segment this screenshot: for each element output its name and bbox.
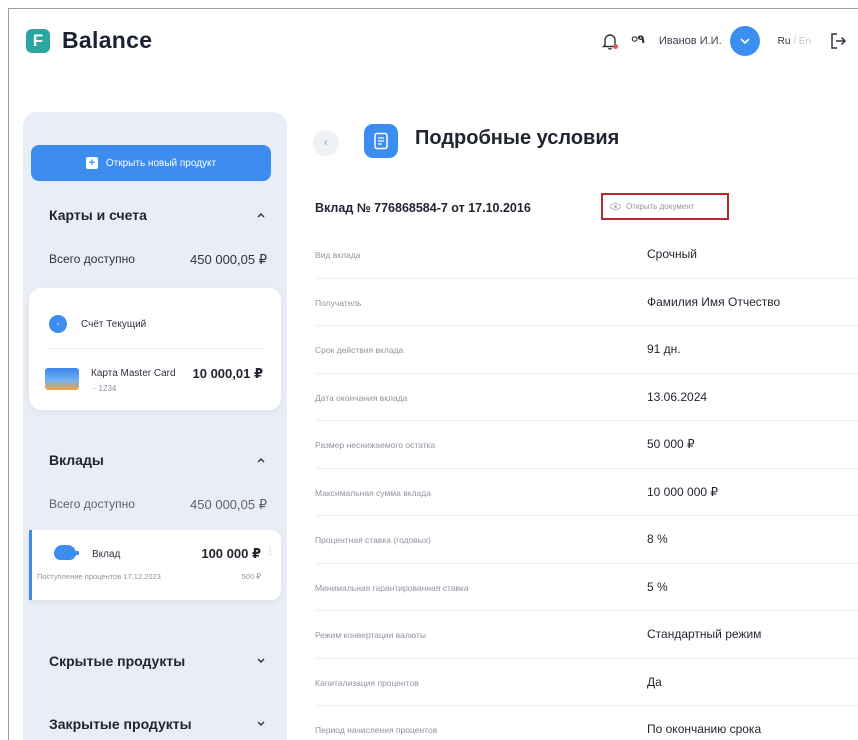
lang-ru[interactable]: Ru [778,36,791,47]
chevron-down-icon [740,38,750,44]
cards-total-label: Всего доступно [49,252,135,266]
chevron-up-icon[interactable] [255,211,267,219]
language-switch[interactable]: Ru / En [778,36,811,47]
condition-label: Срок действия вклада [315,345,404,355]
condition-value: 91 дн. [647,342,681,356]
more-vertical-icon[interactable]: ⋮ [265,546,275,557]
plus-icon: + [85,157,98,169]
section-title-cards[interactable]: Карты и счета [49,207,147,223]
deposits-total-amount: 450 000,05 ₽ [190,497,267,512]
condition-value: 10 000 000 ₽ [647,484,719,499]
condition-label: Капитализация процентов [315,677,419,688]
app-window: F Balance ০٩ Иванов И.И. Ru / En + Откры… [8,8,858,740]
open-new-product-label: Открыть новый продукт [105,157,217,169]
logo-icon: F [26,28,50,53]
lang-en[interactable]: En [799,36,811,47]
deposit-item-selected[interactable]: Вклад 100 000 ₽ ⋮ Поступление процентов … [29,530,281,600]
section-title-deposits[interactable]: Вклады [49,452,104,468]
deposit-interest-info: Поступление процентов 17.12.2023 [37,572,161,581]
mastercard-image [45,368,79,390]
condition-label: Режим конвертации валюты [315,630,427,640]
accessibility-glasses-icon[interactable]: ০٩ [631,31,646,51]
deposit-amount: 100 000 ₽ [201,546,261,561]
page-title: Подробные условия [415,127,620,149]
logo-text: Balance [62,27,153,53]
condition-row: Вид вклада Срочный [315,231,858,279]
condition-value: 5 % [647,579,668,594]
condition-label: Дата окончания вклада [315,392,408,403]
account-current-label: Счёт Текущий [81,318,147,330]
contract-title: Вклад № 776868584-7 от 17.10.2016 [315,201,531,215]
condition-row: Получатель Фамилия Имя Отчество [315,279,858,326]
condition-value: Фамилия Имя Отчество [647,294,781,309]
deposits-total-row: Всего доступно 450 000,05 ₽ [49,497,267,513]
condition-label: Минимальная гарантированная ставка [315,582,469,593]
open-new-product-button[interactable]: + Открыть новый продукт [31,145,271,181]
open-document-label: Открыть документ [626,202,695,211]
account-icon: - [49,315,67,333]
condition-value: Стандартный режим [647,627,762,641]
section-title-closed[interactable]: Закрытые продукты [49,716,192,732]
deposit-name: Вклад [92,549,121,560]
card-name: Карта Master Card [91,368,176,379]
cards-total-amount: 450 000,05 ₽ [190,252,267,267]
condition-row: Минимальная гарантированная ставка 5 % [315,564,858,611]
condition-row: Капитализация процентов Да [315,659,858,706]
account-current-item[interactable]: - Счёт Текущий [49,315,146,333]
condition-label: Размер неснижаемого остатка [315,440,436,450]
chevron-down-icon[interactable] [255,657,267,665]
lang-separator: / [790,35,799,47]
deposit-interest-amount: 500 ₽ [241,572,261,581]
logout-icon[interactable] [829,32,847,50]
card-amount: 10 000,01 ₽ [192,366,264,381]
condition-label: Вид вклада [315,250,361,260]
header-actions: ০٩ Иванов И.И. Ru / En [599,26,847,56]
cards-total-row: Всего доступно 450 000,05 ₽ [49,252,267,268]
user-menu-toggle[interactable] [729,26,760,56]
top-header: F Balance ০٩ Иванов И.И. Ru / En [9,9,858,73]
piggy-bank-icon [54,545,79,560]
user-name[interactable]: Иванов И.И. [659,35,722,47]
back-button[interactable]: ‹ [313,130,339,156]
document-icon [364,124,398,158]
conditions-list: Вид вклада Срочный Получатель Фамилия Имя О… [315,231,858,740]
card-number: ·· 1234 [91,384,117,393]
condition-value: 50 000 ₽ [647,437,695,451]
chevron-down-icon[interactable] [255,720,267,728]
condition-row: Максимальная сумма вклада 10 000 000 ₽ [315,469,858,516]
deposits-total-label: Всего доступно [49,497,135,511]
section-title-hidden[interactable]: Скрытые продукты [49,653,185,669]
notification-dot [612,44,618,49]
condition-label: Получатель [315,297,362,308]
accounts-card-box: - Счёт Текущий Карта Master Card ·· 1234… [29,288,281,410]
condition-row: Размер неснижаемого остатка 50 000 ₽ [315,421,858,469]
condition-row: Режим конвертации валюты Стандартный режи… [315,611,858,659]
notifications-bell-icon[interactable] [599,30,621,52]
eye-icon [610,203,621,210]
condition-label: Процентная ставка (годовых) [315,535,431,545]
condition-value: Срочный [647,247,697,261]
condition-value: Да [647,674,662,689]
condition-row: Срок действия вклада 91 дн. [315,326,858,374]
logo[interactable]: F Balance [26,27,152,54]
divider [47,348,263,349]
chevron-up-icon[interactable] [255,456,267,464]
condition-value: 8 % [647,532,668,546]
condition-value: 13.06.2024 [647,389,708,404]
condition-label: Максимальная сумма вклада [315,487,431,498]
condition-row: Процентная ставка (годовых) 8 % [315,516,858,564]
products-sidebar: + Открыть новый продукт Карты и счета Вс… [23,112,287,740]
condition-row: Дата окончания вклада 13.06.2024 [315,374,858,421]
condition-row: Период начисления процентов По окончанию … [315,706,858,740]
open-document-link[interactable]: Открыть документ [601,193,729,220]
condition-value: По окончанию срока [647,722,762,736]
condition-label: Период начисления процентов [315,725,438,735]
